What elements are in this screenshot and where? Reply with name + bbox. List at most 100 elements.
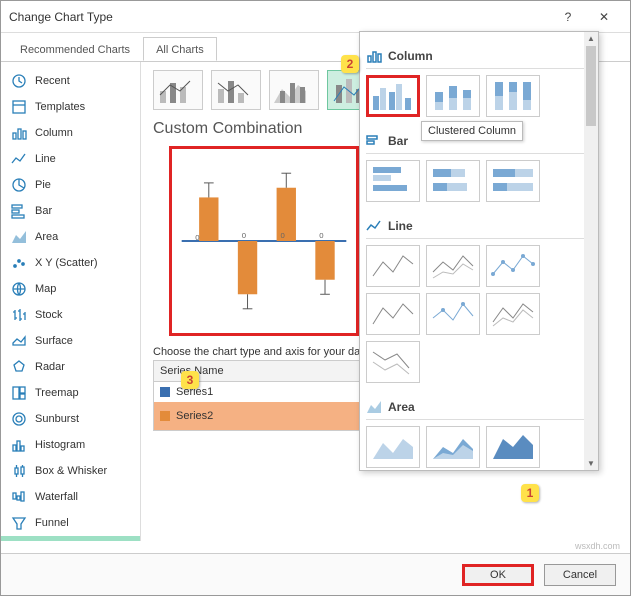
sidebar-item-label: Column [35,127,73,139]
map-icon [11,281,27,297]
combo-subtype-3[interactable] [269,70,319,110]
recent-icon [11,73,27,89]
marker-1: 1 [521,484,539,502]
title-bar: Change Chart Type ? ✕ [1,1,630,33]
flyout-heading-line: Line [366,214,592,239]
radar-icon [11,359,27,375]
sidebar-item-radar[interactable]: Radar [1,354,140,380]
sidebar-item-label: Sunburst [35,413,79,425]
flyout-area-1[interactable] [366,426,420,468]
sidebar-item-label: Box & Whisker [35,465,107,477]
sidebar-item-line[interactable]: Line [1,146,140,172]
cancel-button[interactable]: Cancel [544,564,616,586]
sidebar-item-column[interactable]: Column [1,120,140,146]
flyout-scrollbar[interactable]: ▲ ▼ [584,32,598,470]
flyout-line-5[interactable] [426,293,480,335]
scatter-icon [11,255,27,271]
sidebar-item-stock[interactable]: Stock [1,302,140,328]
sidebar-item-bar[interactable]: Bar [1,198,140,224]
flyout-line-2[interactable] [426,245,480,287]
help-button[interactable]: ? [550,5,586,29]
sidebar-item-templates[interactable]: Templates [1,94,140,120]
line-icon [11,151,27,167]
sidebar-item-label: Bar [35,205,52,217]
waterfall-icon [11,489,27,505]
combo-subtype-2[interactable] [211,70,261,110]
series2-color-swatch [160,411,170,421]
pie-icon [11,177,27,193]
scroll-up-icon[interactable]: ▲ [587,34,595,43]
window-title: Change Chart Type [9,10,550,24]
sidebar-item-label: Surface [35,335,73,347]
surface-icon [11,333,27,349]
chart-preview: 0 0 0 0 [169,146,359,336]
flyout-100-stacked-column[interactable] [486,75,540,117]
sidebar-item-label: Stock [35,309,63,321]
scroll-down-icon[interactable]: ▼ [587,459,595,468]
marker-2: 2 [341,55,359,73]
sidebar-item-sunburst[interactable]: Sunburst [1,406,140,432]
sidebar-item-label: X Y (Scatter) [35,257,98,269]
sidebar-item-label: Area [35,231,58,243]
svg-text:0: 0 [195,233,199,242]
flyout-100-stacked-bar[interactable] [486,160,540,202]
treemap-icon [11,385,27,401]
flyout-stacked-column[interactable] [426,75,480,117]
flyout-area-3[interactable] [486,426,540,468]
sidebar-item-label: Waterfall [35,491,78,503]
series1-color-swatch [160,387,170,397]
sidebar-item-waterfall[interactable]: Waterfall [1,484,140,510]
flyout-line-4[interactable] [366,293,420,335]
sidebar-item-label: Radar [35,361,65,373]
funnel-icon [11,515,27,531]
templates-icon [11,99,27,115]
watermark: wsxdh.com [575,541,620,551]
sidebar-item-label: Templates [35,101,85,113]
close-button[interactable]: ✕ [586,5,622,29]
sidebar-item-label: Line [35,153,56,165]
stock-icon [11,307,27,323]
clustered-column-tooltip: Clustered Column [421,121,523,141]
sidebar-item-label: Pie [35,179,51,191]
svg-text:0: 0 [280,231,284,240]
histogram-icon [11,437,27,453]
chart-type-flyout: Column Bar Line Area [359,31,599,471]
sidebar-item-area[interactable]: Area [1,224,140,250]
scroll-thumb[interactable] [586,46,596,126]
sidebar-item-label: Treemap [35,387,79,399]
bar-icon [11,203,27,219]
flyout-line-6[interactable] [486,293,540,335]
sidebar-item-label: Funnel [35,517,69,529]
sidebar-item-surface[interactable]: Surface [1,328,140,354]
flyout-heading-area: Area [366,395,592,420]
flyout-line-3[interactable] [486,245,540,287]
ok-button[interactable]: OK [462,564,534,586]
series2-name: Series2 [176,410,213,422]
sidebar-item-map[interactable]: Map [1,276,140,302]
sidebar-item-combo[interactable]: Combo [1,536,140,541]
flyout-stacked-bar[interactable] [426,160,480,202]
sidebar-item-treemap[interactable]: Treemap [1,380,140,406]
flyout-line-7[interactable] [366,341,420,383]
flyout-clustered-bar[interactable] [366,160,420,202]
flyout-area-2[interactable] [426,426,480,468]
column-icon [11,125,27,141]
flyout-line-1[interactable] [366,245,420,287]
tab-recommended-charts[interactable]: Recommended Charts [7,37,143,61]
marker-3: 3 [181,371,199,389]
chart-type-sidebar: Recent Templates Column Line Pie Bar Are… [1,62,141,541]
sidebar-item-histogram[interactable]: Histogram [1,432,140,458]
combo-subtype-1[interactable] [153,70,203,110]
sidebar-item-box-whisker[interactable]: Box & Whisker [1,458,140,484]
sidebar-item-scatter[interactable]: X Y (Scatter) [1,250,140,276]
sunburst-icon [11,411,27,427]
sidebar-item-funnel[interactable]: Funnel [1,510,140,536]
flyout-heading-column: Column [366,44,592,69]
box-whisker-icon [11,463,27,479]
sidebar-item-label: Histogram [35,439,85,451]
area-icon [11,229,27,245]
flyout-clustered-column[interactable] [366,75,420,117]
tab-all-charts[interactable]: All Charts [143,37,217,61]
sidebar-item-pie[interactable]: Pie [1,172,140,198]
sidebar-item-recent[interactable]: Recent [1,68,140,94]
